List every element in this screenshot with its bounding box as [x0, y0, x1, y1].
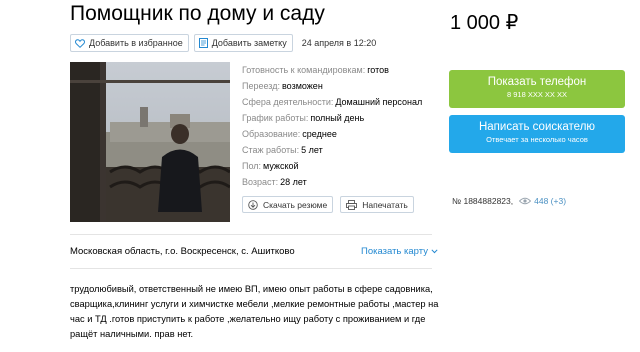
detail-value: среднее: [302, 129, 337, 139]
detail-label: Переезд:: [242, 81, 280, 91]
listing-meta: № 1884882823, 448 (+3): [452, 196, 566, 206]
ad-number: № 1884882823,: [452, 196, 514, 206]
detail-field: Сфера деятельности: Домашний персонал: [242, 94, 422, 110]
detail-value: 5 лет: [301, 145, 323, 155]
detail-education: Образование: среднее: [242, 126, 422, 142]
write-to-candidate-button[interactable]: Написать соискателю Отвечает за нескольк…: [449, 115, 625, 153]
resume-description: трудолюбивый, ответственный не имею ВП, …: [70, 284, 439, 339]
detail-business-trips: Готовность к командировкам: готов: [242, 62, 422, 78]
location-address: Московская область, г.о. Воскресенск, с.…: [70, 246, 295, 257]
print-label: Напечатать: [362, 199, 408, 210]
note-icon: [198, 38, 208, 48]
price: 1 000 ₽: [450, 12, 519, 34]
heart-icon: [75, 38, 85, 48]
detail-label: График работы:: [242, 113, 309, 123]
listing-actions: Добавить в избранное Добавить заметку 24…: [70, 34, 376, 52]
detail-label: Образование:: [242, 129, 301, 139]
download-resume-button[interactable]: Скачать резюме: [242, 196, 334, 213]
write-to-candidate-label: Написать соискателю: [478, 121, 596, 133]
resume-details: Готовность к командировкам: готов Переезд…: [242, 62, 422, 190]
show-map-label: Показать карту: [361, 246, 428, 257]
detail-gender: Пол: мужской: [242, 158, 422, 174]
divider: [70, 234, 432, 235]
show-phone-label: Показать телефон: [487, 76, 587, 88]
eye-icon: [519, 197, 532, 205]
detail-experience: Стаж работы: 5 лет: [242, 142, 422, 158]
views-counter: 448 (+3): [519, 196, 566, 206]
detail-value: готов: [367, 65, 389, 75]
publish-date: 24 апреля в 12:20: [301, 38, 377, 48]
add-note-label: Добавить заметку: [211, 38, 287, 48]
resume-actions: Скачать резюме Напечатать: [242, 196, 421, 213]
detail-age: Возраст: 28 лет: [242, 174, 422, 190]
divider: [70, 268, 432, 269]
detail-value: полный день: [310, 113, 365, 123]
detail-label: Возраст:: [242, 177, 279, 187]
detail-schedule: График работы: полный день: [242, 110, 422, 126]
detail-label: Пол:: [242, 161, 262, 171]
detail-value: Домашний персонал: [335, 97, 423, 107]
print-button[interactable]: Напечатать: [340, 196, 414, 213]
detail-relocation: Переезд: возможен: [242, 78, 422, 94]
download-resume-label: Скачать резюме: [263, 199, 328, 210]
detail-value: мужской: [263, 161, 299, 171]
detail-value: 28 лет: [280, 177, 307, 187]
download-icon: [248, 199, 258, 210]
add-to-favorites-label: Добавить в избранное: [89, 38, 183, 48]
chevron-down-icon: [431, 249, 438, 254]
add-to-favorites-button[interactable]: Добавить в избранное: [70, 34, 189, 52]
page-title: Помощник по дому и саду: [70, 2, 325, 25]
response-time: Отвечает за несколько часов: [486, 135, 588, 144]
candidate-photo[interactable]: [70, 62, 230, 222]
detail-value: возможен: [281, 81, 323, 91]
detail-label: Готовность к командировкам:: [242, 65, 366, 75]
show-map-link[interactable]: Показать карту: [361, 246, 438, 257]
printer-icon: [346, 199, 358, 210]
detail-label: Стаж работы:: [242, 145, 300, 155]
show-phone-button[interactable]: Показать телефон 8 918 XXX XX XX: [449, 70, 625, 108]
detail-label: Сфера деятельности:: [242, 97, 334, 107]
add-note-button[interactable]: Добавить заметку: [193, 34, 293, 52]
phone-number-preview: 8 918 XXX XX XX: [506, 90, 568, 99]
views-count: 448 (+3): [534, 196, 567, 206]
